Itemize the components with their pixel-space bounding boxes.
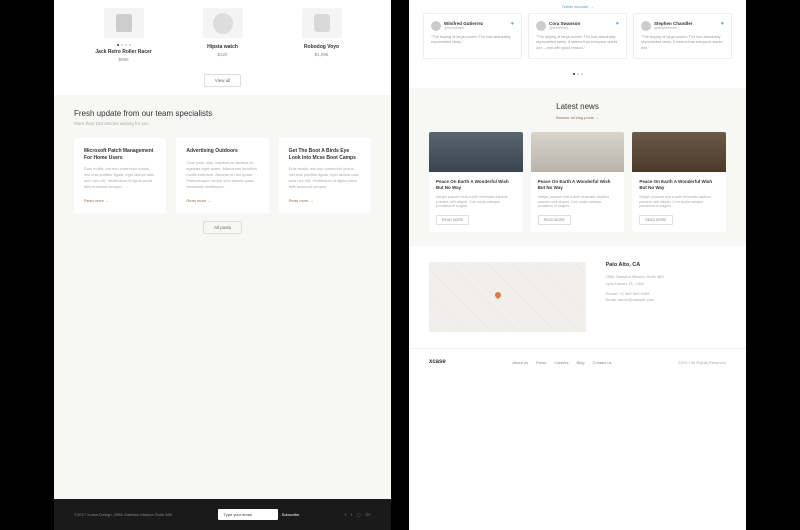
read-more-button[interactable]: READ MORE bbox=[639, 215, 672, 225]
tweet-body: "The buying of large-screen TVs has abso… bbox=[536, 35, 619, 51]
subscribe-button[interactable]: Subscribe bbox=[282, 512, 300, 517]
news-card[interactable]: Peace On Earth A Wonderful Wish But No W… bbox=[531, 132, 625, 232]
blog-card-body: Duis mollis, est non commodo luctus, nis… bbox=[84, 166, 156, 190]
facebook-icon[interactable]: f bbox=[345, 512, 346, 517]
blog-section: Fresh update from our team specialists M… bbox=[54, 95, 391, 499]
news-card[interactable]: Peace On Earth A Wonderful Wish But No W… bbox=[632, 132, 726, 232]
news-card[interactable]: Peace On Earth A Wonderful Wish But No W… bbox=[429, 132, 523, 232]
product-card[interactable]: Robodog Voyo $1,095 bbox=[272, 8, 371, 62]
footer-light: xcase About us Press Careers Blog Contac… bbox=[409, 348, 746, 375]
news-image bbox=[531, 132, 625, 172]
news-card-title: Peace On Earth A Wonderful Wish But No W… bbox=[436, 179, 516, 191]
product-card[interactable]: Hipsta watch $120 bbox=[173, 8, 272, 62]
avatar bbox=[641, 21, 651, 31]
social-icons: f t ◻ G+ bbox=[345, 512, 371, 517]
tweet-body: "The buying of large-screen TVs has abso… bbox=[431, 35, 514, 46]
tweet-body: "The buying of large-screen TVs has abso… bbox=[641, 35, 724, 51]
browse-all-link[interactable]: Browse all blog posts → bbox=[429, 115, 726, 120]
section-title: Latest news bbox=[429, 102, 726, 111]
news-image bbox=[429, 132, 523, 172]
read-more-link[interactable]: Read more → bbox=[289, 198, 361, 203]
product-price: $1,095 bbox=[272, 52, 371, 57]
read-more-link[interactable]: Read more → bbox=[186, 198, 258, 203]
address-region: Lynn Haven, FL, USA bbox=[606, 281, 726, 287]
view-all-button[interactable]: View all bbox=[204, 74, 241, 87]
news-card-body: Integer posuere erat a ante venenatis da… bbox=[538, 195, 618, 210]
nav-link[interactable]: Careers bbox=[554, 360, 568, 365]
page-left-mock: Jack Retro Roller Racer $980 Hipsta watc… bbox=[54, 0, 391, 530]
blog-card-title: Get The Boot A Birds Eye Look Into Mcse … bbox=[289, 148, 361, 161]
twitter-icon[interactable]: t bbox=[351, 512, 352, 517]
logo[interactable]: xcase bbox=[429, 359, 446, 365]
map[interactable] bbox=[429, 262, 586, 332]
tweet-handle: @winmehew bbox=[444, 26, 483, 30]
product-image bbox=[104, 8, 144, 38]
nav-link[interactable]: About us bbox=[512, 360, 528, 365]
blog-card[interactable]: Get The Boot A Birds Eye Look Into Mcse … bbox=[279, 138, 371, 213]
nav-link[interactable]: Blog bbox=[576, 360, 584, 365]
tweet-handle: @corabeary bbox=[549, 26, 580, 30]
instagram-icon[interactable]: ◻ bbox=[357, 512, 360, 517]
twitter-icon: ♥ bbox=[511, 21, 514, 27]
product-name: Robodog Voyo bbox=[272, 44, 371, 50]
address-block: Palo Alto, CA 2956 Gaetano Mission Suite… bbox=[606, 262, 726, 304]
tweet-card[interactable]: Stephen Chandler@stephernson♥ "The buyin… bbox=[633, 13, 732, 59]
product-image bbox=[302, 8, 342, 38]
tweet-card[interactable]: Winifred Gutierrez@winmehew♥ "The buying… bbox=[423, 13, 522, 59]
nav-link[interactable]: Press bbox=[536, 360, 546, 365]
read-more-button[interactable]: READ MORE bbox=[436, 215, 469, 225]
address-city: Palo Alto, CA bbox=[606, 262, 726, 268]
blog-card[interactable]: Advertising Outdoors Cras justo odio, da… bbox=[176, 138, 268, 213]
product-price: $980 bbox=[74, 57, 173, 62]
footer-dark: ©2017 Xcase.Design, 2956 Gaetano Mission… bbox=[54, 499, 391, 530]
product-card[interactable]: Jack Retro Roller Racer $980 bbox=[74, 8, 173, 62]
map-section: Palo Alto, CA 2956 Gaetano Mission Suite… bbox=[409, 246, 746, 348]
blog-card-body: Cras justo odio, dapibus ac facilisis in… bbox=[186, 160, 258, 190]
footer-copyright: ©2017 Xcase.Design, 2956 Gaetano Mission… bbox=[74, 512, 172, 517]
news-card-title: Peace On Earth A Wonderful Wish But No W… bbox=[639, 179, 719, 191]
avatar bbox=[536, 21, 546, 31]
twitter-account-link[interactable]: Twitter account → bbox=[409, 0, 746, 13]
section-title: Fresh update from our team specialists bbox=[74, 109, 371, 118]
tweet-card[interactable]: Cora Swanson@corabeary♥ "The buying of l… bbox=[528, 13, 627, 59]
news-image bbox=[632, 132, 726, 172]
footer-nav: About us Press Careers Blog Contact us bbox=[512, 360, 611, 365]
page-right-mock: Twitter account → Winifred Gutierrez@win… bbox=[409, 0, 746, 530]
all-posts-button[interactable]: All posts bbox=[203, 221, 242, 234]
product-image bbox=[203, 8, 243, 38]
twitter-icon: ♥ bbox=[616, 21, 619, 27]
product-price: $120 bbox=[173, 52, 272, 57]
blog-card-title: Microsoft Patch Management For Home User… bbox=[84, 148, 156, 161]
email-input[interactable]: Type your email bbox=[218, 509, 278, 520]
tweet-handle: @stephernson bbox=[654, 26, 693, 30]
twitter-icon: ♥ bbox=[721, 21, 724, 27]
blog-card[interactable]: Microsoft Patch Management For Home User… bbox=[74, 138, 166, 213]
google-icon[interactable]: G+ bbox=[366, 512, 371, 517]
news-card-body: Integer posuere erat a ante venenatis da… bbox=[436, 195, 516, 210]
product-name: Jack Retro Roller Racer bbox=[74, 49, 173, 55]
carousel-dots bbox=[74, 44, 173, 46]
news-section: Latest news Browse all blog posts → Peac… bbox=[409, 88, 746, 246]
avatar bbox=[431, 21, 441, 31]
nav-link[interactable]: Contact us bbox=[592, 360, 611, 365]
address-email: Email: admin@sample.com bbox=[606, 297, 726, 303]
section-subtitle: More than 240 articles waiting for you bbox=[74, 121, 371, 126]
blog-card-body: Duis mollis, est non commodo luctus, nis… bbox=[289, 166, 361, 190]
footer-copyright: ©2017 All Rights Reserved bbox=[678, 360, 726, 365]
news-card-body: Integer posuere erat a ante venenatis da… bbox=[639, 195, 719, 210]
product-row: Jack Retro Roller Racer $980 Hipsta watc… bbox=[54, 0, 391, 66]
read-more-button[interactable]: READ MORE bbox=[538, 215, 571, 225]
blog-card-title: Advertising Outdoors bbox=[186, 148, 258, 155]
tweets-row: Winifred Gutierrez@winmehew♥ "The buying… bbox=[409, 13, 746, 69]
map-pin-icon bbox=[494, 290, 502, 298]
product-name: Hipsta watch bbox=[173, 44, 272, 50]
news-card-title: Peace On Earth A Wonderful Wish But No W… bbox=[538, 179, 618, 191]
read-more-link[interactable]: Read more → bbox=[84, 198, 156, 203]
